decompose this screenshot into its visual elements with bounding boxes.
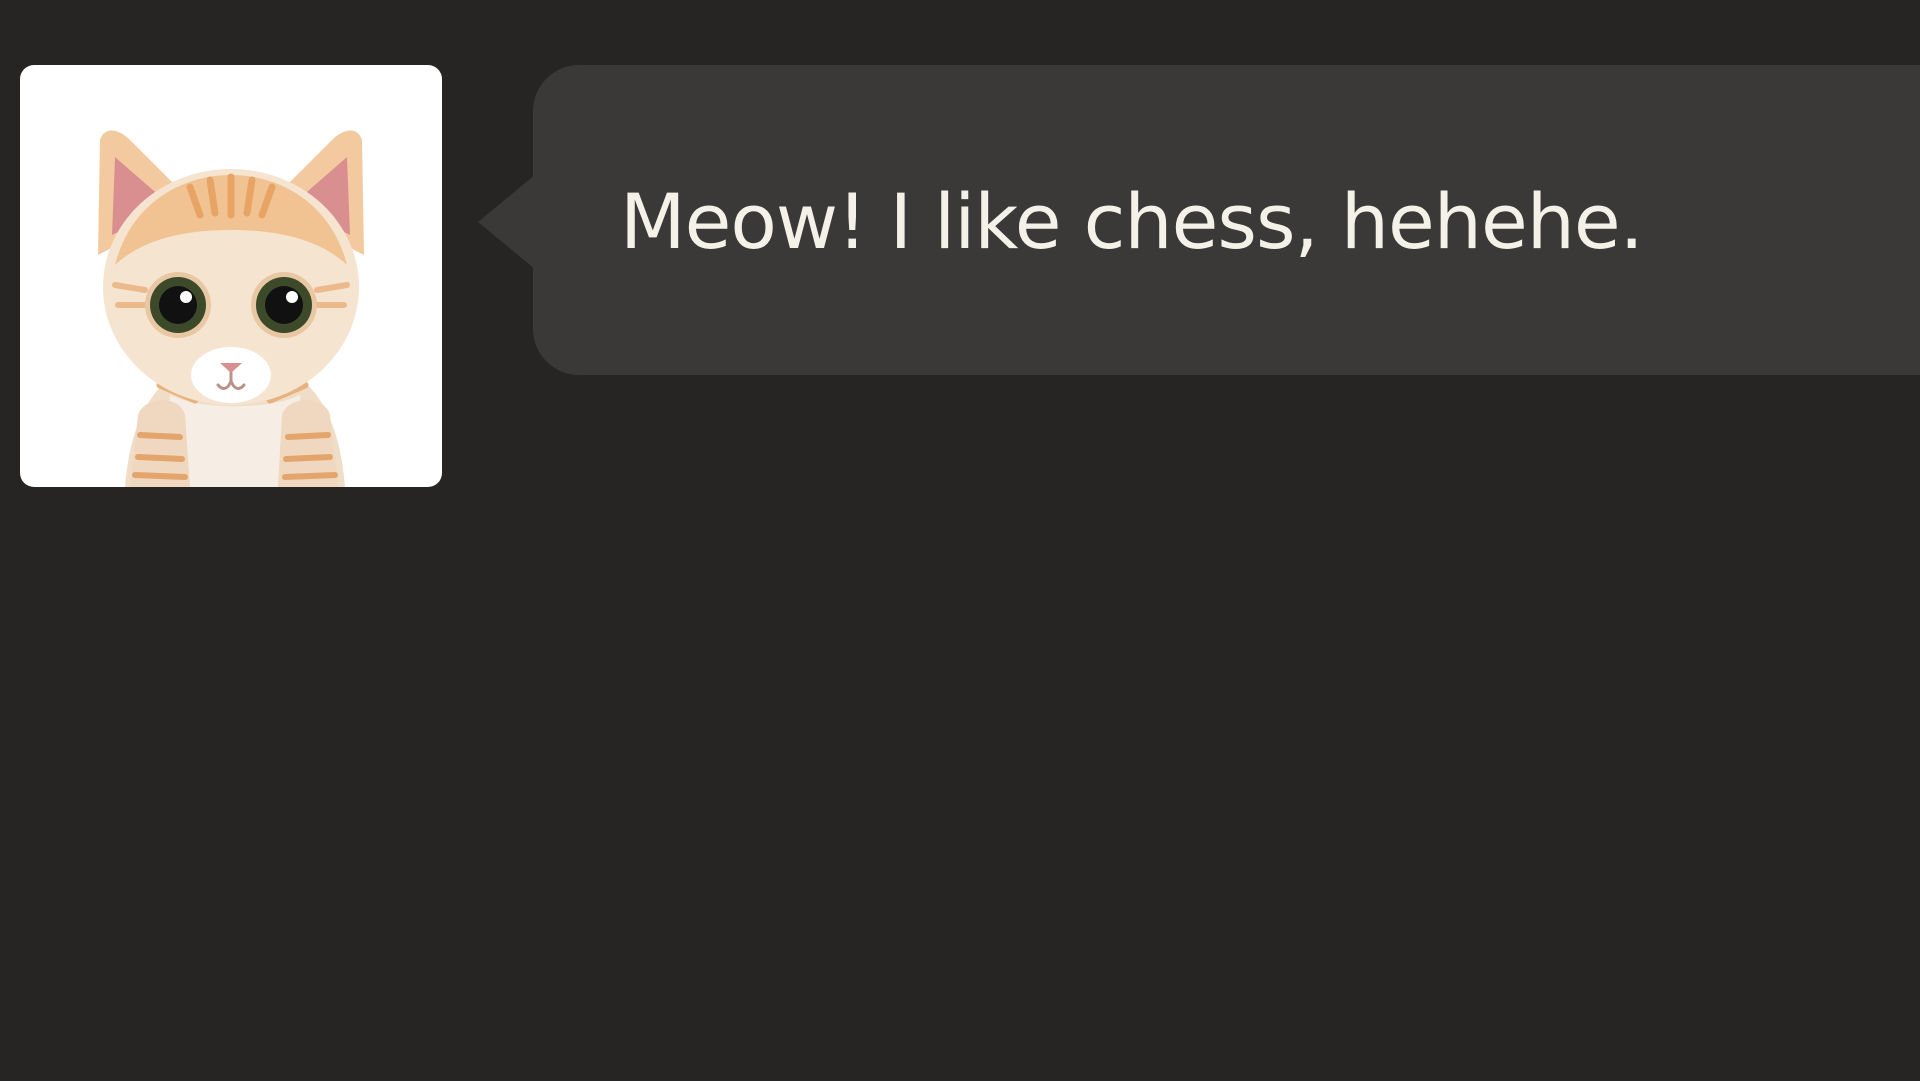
- chat-view: Meow! I like chess, hehehe.: [0, 0, 1920, 1081]
- avatar[interactable]: [20, 65, 442, 487]
- message-text: Meow! I like chess, hehehe.: [620, 177, 1644, 266]
- message-bubble-tail: [478, 174, 536, 270]
- kitten-avatar-icon: [98, 130, 364, 487]
